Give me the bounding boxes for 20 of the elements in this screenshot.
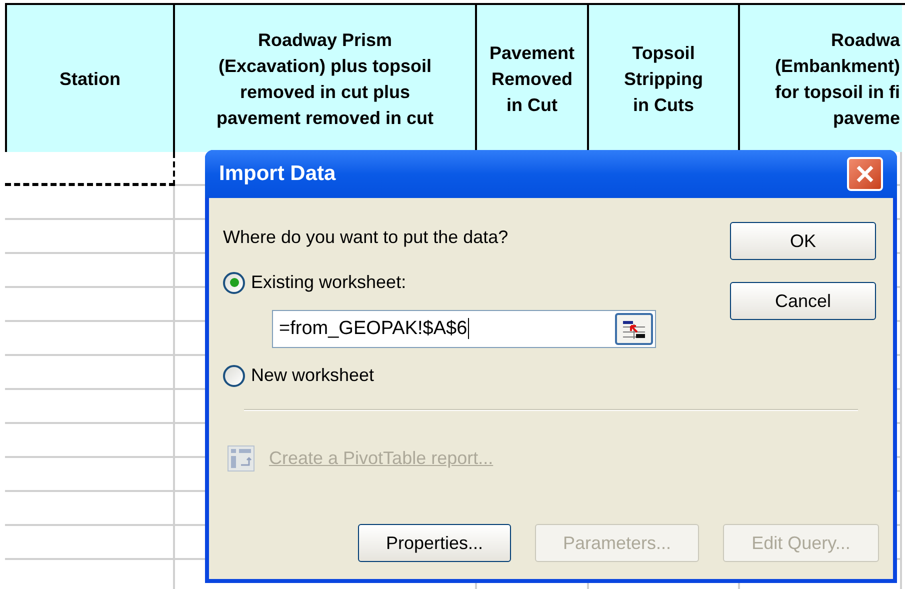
radio-button[interactable] bbox=[223, 364, 245, 386]
column-header: Topsoil Stripping in Cuts bbox=[589, 5, 740, 152]
radio-option[interactable]: New worksheet bbox=[223, 362, 656, 389]
reference-field[interactable]: =from_GEOPAK!$A$6 bbox=[272, 310, 656, 348]
radio-option[interactable]: Existing worksheet: bbox=[223, 269, 656, 296]
range-picker-button[interactable] bbox=[615, 313, 653, 345]
dialog-title: Import Data bbox=[219, 161, 336, 188]
column-header: Roadwa (Embankment) for topsoil in fi paveme bbox=[740, 5, 902, 152]
radio-button[interactable] bbox=[223, 272, 245, 294]
dialog-button[interactable]: Cancel bbox=[730, 282, 876, 320]
dialog-button[interactable]: OK bbox=[730, 222, 876, 260]
column-header: Station bbox=[5, 5, 175, 152]
pivot-table-icon bbox=[227, 445, 255, 472]
dialog-button[interactable]: Properties... bbox=[358, 524, 511, 562]
close-icon bbox=[855, 164, 875, 184]
column-header: Pavement Removed in Cut bbox=[477, 5, 589, 152]
column-header: Roadway Prism (Excavation) plus topsoil removed in cut plus pavement removed in cut bbox=[175, 5, 477, 152]
prompt-text: Where do you want to put the data? bbox=[223, 226, 510, 249]
close-button[interactable] bbox=[847, 157, 883, 191]
range-select-icon bbox=[621, 319, 647, 339]
